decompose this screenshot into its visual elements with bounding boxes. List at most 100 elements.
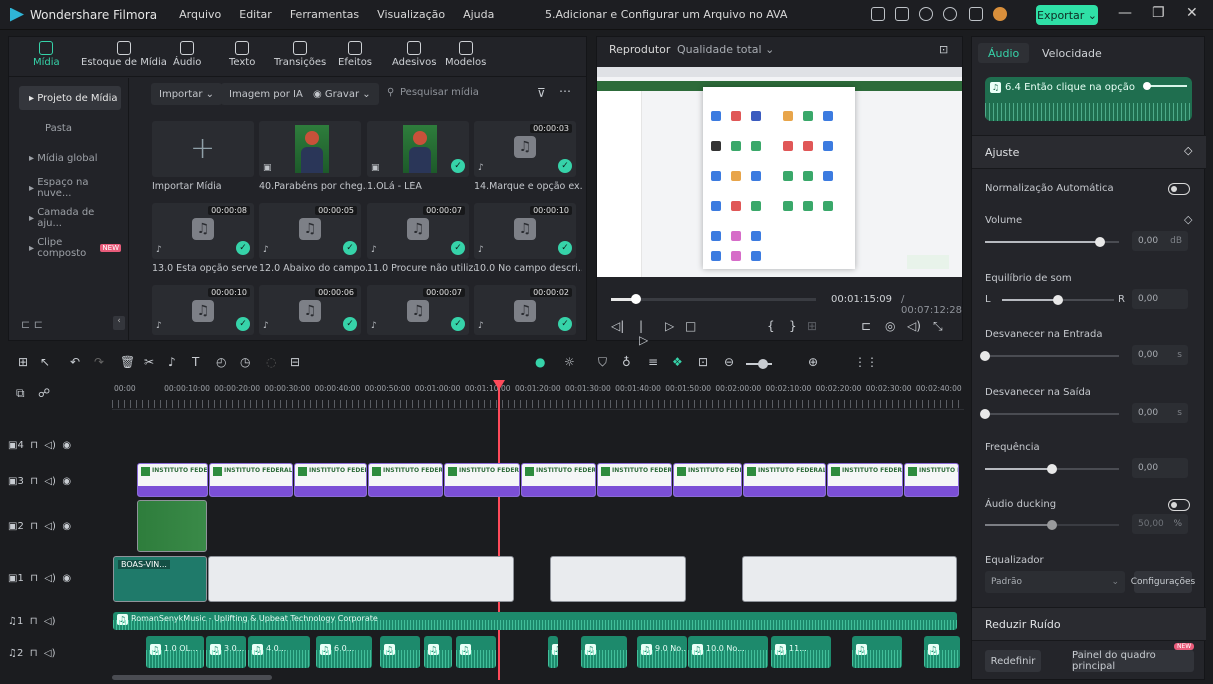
record-button[interactable]: ◉ Gravar ⌄	[305, 83, 379, 105]
voice-clip[interactable]: ♫	[380, 636, 420, 668]
delete-icon[interactable]: 🗑	[120, 355, 135, 369]
speaker-icon[interactable]: ◁)	[44, 521, 56, 532]
media-item[interactable]: ▣	[259, 121, 361, 177]
title-clip[interactable]: INSTITUTO FEDERAL	[368, 463, 443, 497]
minimize-icon[interactable]: —	[1118, 5, 1132, 21]
close-icon[interactable]: ✕	[1186, 5, 1198, 21]
title-clip[interactable]: INSTITUTO FEDERAL	[444, 463, 520, 497]
eye-icon[interactable]: ◉	[62, 521, 71, 532]
media-item[interactable]: 00:00:10 ♫ ♪ ✓	[474, 203, 576, 259]
equalizer-config-button[interactable]: Configurações	[1131, 571, 1195, 593]
voice-clip[interactable]: ♫7.0...	[548, 636, 558, 668]
ai-image-button[interactable]: Imagem por IA	[221, 83, 311, 105]
add-track-icon[interactable]: ⧉	[16, 386, 25, 401]
fade-out-value[interactable]: 0,00 s	[1132, 403, 1188, 423]
fade-in-slider[interactable]	[980, 351, 1119, 361]
frequency-slider[interactable]	[985, 464, 1119, 474]
ducking-value[interactable]: 50,00%	[1132, 514, 1188, 534]
timeline-scrollbar[interactable]	[112, 675, 272, 680]
timer-icon[interactable]: ◷	[240, 355, 250, 369]
tab-midia[interactable]: Mídia	[33, 41, 60, 68]
text-tool-icon[interactable]: T	[192, 355, 199, 369]
collapse-icon[interactable]: ‹	[113, 316, 125, 330]
quality-select[interactable]: Qualidade total ⌄	[677, 43, 774, 56]
prev-frame-icon[interactable]: ◁|	[611, 319, 624, 333]
folder-add-icon[interactable]: ⊏ ⊏	[21, 318, 43, 331]
next-frame-icon[interactable]: |▷	[639, 319, 648, 347]
tab-audio[interactable]: Áudio	[173, 41, 201, 68]
video-clip-screen[interactable]	[742, 556, 957, 602]
keyframe-icon[interactable]: ◇	[1184, 144, 1192, 157]
mask-icon[interactable]: ◌	[266, 355, 276, 369]
title-clip[interactable]: INSTITUTO FEDERAL	[904, 463, 959, 497]
voice-clip[interactable]: ♫	[424, 636, 452, 668]
redo-icon[interactable]: ↷	[94, 355, 104, 369]
voice-clip[interactable]: ♫	[581, 636, 627, 668]
sidebar-item-projeto[interactable]: ▸ Projeto de Mídia	[19, 86, 121, 110]
voice-clip[interactable]: ♫9.0 No...	[637, 636, 687, 668]
display-icon[interactable]: ⊏	[861, 319, 871, 333]
slider-knob[interactable]	[1047, 464, 1057, 474]
keyframe-panel-button[interactable]: Painel do quadro principal	[1072, 650, 1194, 672]
more-tools-icon[interactable]: ⊟	[290, 355, 300, 369]
subtitle-icon[interactable]: ⊡	[698, 355, 708, 369]
grid-icon[interactable]	[969, 7, 983, 21]
eye-icon[interactable]: ◉	[62, 440, 71, 451]
slider-knob[interactable]	[1047, 520, 1057, 530]
speed-icon[interactable]: ◴	[216, 355, 226, 369]
menu-arquivo[interactable]: Arquivo	[179, 8, 221, 21]
noise-section-header[interactable]: Reduzir Ruído	[972, 607, 1206, 641]
search-input[interactable]: Pesquisar mídia	[400, 87, 479, 98]
voice-clip[interactable]: ♫4.0...	[248, 636, 310, 668]
filter-icon[interactable]: ⊽	[537, 86, 546, 100]
menu-ferramentas[interactable]: Ferramentas	[290, 8, 359, 21]
media-item[interactable]: 00:00:08 ♫ ♪ ✓	[152, 203, 254, 259]
tab-adesivos[interactable]: Adesivos	[392, 41, 436, 68]
media-item[interactable]: 00:00:07 ♫ ♪ ✓	[367, 203, 469, 259]
stop-icon[interactable]: □	[685, 319, 696, 333]
voice-clip[interactable]: ♫	[852, 636, 902, 668]
voice-clip[interactable]: ♫	[456, 636, 496, 668]
zoom-in-icon[interactable]: ⊕	[808, 355, 818, 369]
voice-clip[interactable]: ♫10.0 No...	[688, 636, 768, 668]
title-clip[interactable]: INSTITUTO FEDERAL	[294, 463, 367, 497]
ducking-toggle[interactable]	[1168, 499, 1190, 511]
sidebar-item-midia-global[interactable]: ▸ Mídia global	[19, 146, 121, 170]
menu-ajuda[interactable]: Ajuda	[463, 8, 494, 21]
frequency-value[interactable]: 0,00	[1132, 458, 1188, 478]
sun-icon[interactable]: ☼	[564, 355, 575, 369]
zoom-knob[interactable]	[758, 359, 768, 369]
title-clip[interactable]: INSTITUTO FEDERAL	[743, 463, 826, 497]
media-item[interactable]: ▣ ✓	[367, 121, 469, 177]
more-icon[interactable]: ⋯	[559, 84, 571, 98]
voice-clip[interactable]: ♫6.0...	[316, 636, 372, 668]
menu-visualizacao[interactable]: Visualização	[377, 8, 445, 21]
cut-icon[interactable]: ✂	[144, 355, 154, 369]
mic-icon[interactable]: ♁	[622, 355, 631, 369]
play-icon[interactable]: ▷	[665, 319, 674, 333]
ai-icon[interactable]: ❖	[672, 355, 683, 369]
slider-knob[interactable]	[1095, 237, 1106, 247]
lock-icon[interactable]: ⊓	[30, 440, 38, 451]
media-item[interactable]: 00:00:07 ♫ ♪ ✓	[367, 285, 469, 335]
sidebar-item-pasta[interactable]: Pasta	[19, 116, 121, 140]
avatar[interactable]	[993, 7, 1007, 21]
equalizer-select[interactable]: Padrão ⌄	[985, 571, 1125, 593]
mark-in-icon[interactable]: {	[767, 319, 775, 333]
fade-out-slider[interactable]	[980, 409, 1119, 419]
clip-volume-knob[interactable]	[1143, 82, 1151, 90]
menu-editar[interactable]: Editar	[239, 8, 272, 21]
speaker-icon[interactable]: ◁)	[44, 648, 56, 659]
reset-button[interactable]: Redefinir	[985, 650, 1041, 672]
fullscreen-icon[interactable]: ⤡	[933, 319, 943, 334]
speaker-icon[interactable]: ◁)	[44, 440, 56, 451]
voice-clip[interactable]: ♫1.0 OL...	[146, 636, 204, 668]
slider-knob[interactable]	[1053, 295, 1063, 305]
restore-icon[interactable]: ❐	[1152, 5, 1165, 21]
zoom-out-icon[interactable]: ⊖	[724, 355, 734, 369]
mark-out-icon[interactable]: }	[789, 319, 797, 333]
voice-clip[interactable]: ♫3.0...	[206, 636, 246, 668]
volume-icon[interactable]: ◁)	[907, 319, 921, 333]
lock-icon[interactable]: ⊓	[30, 648, 38, 659]
export-button[interactable]: Exportar ⌄	[1036, 5, 1098, 25]
